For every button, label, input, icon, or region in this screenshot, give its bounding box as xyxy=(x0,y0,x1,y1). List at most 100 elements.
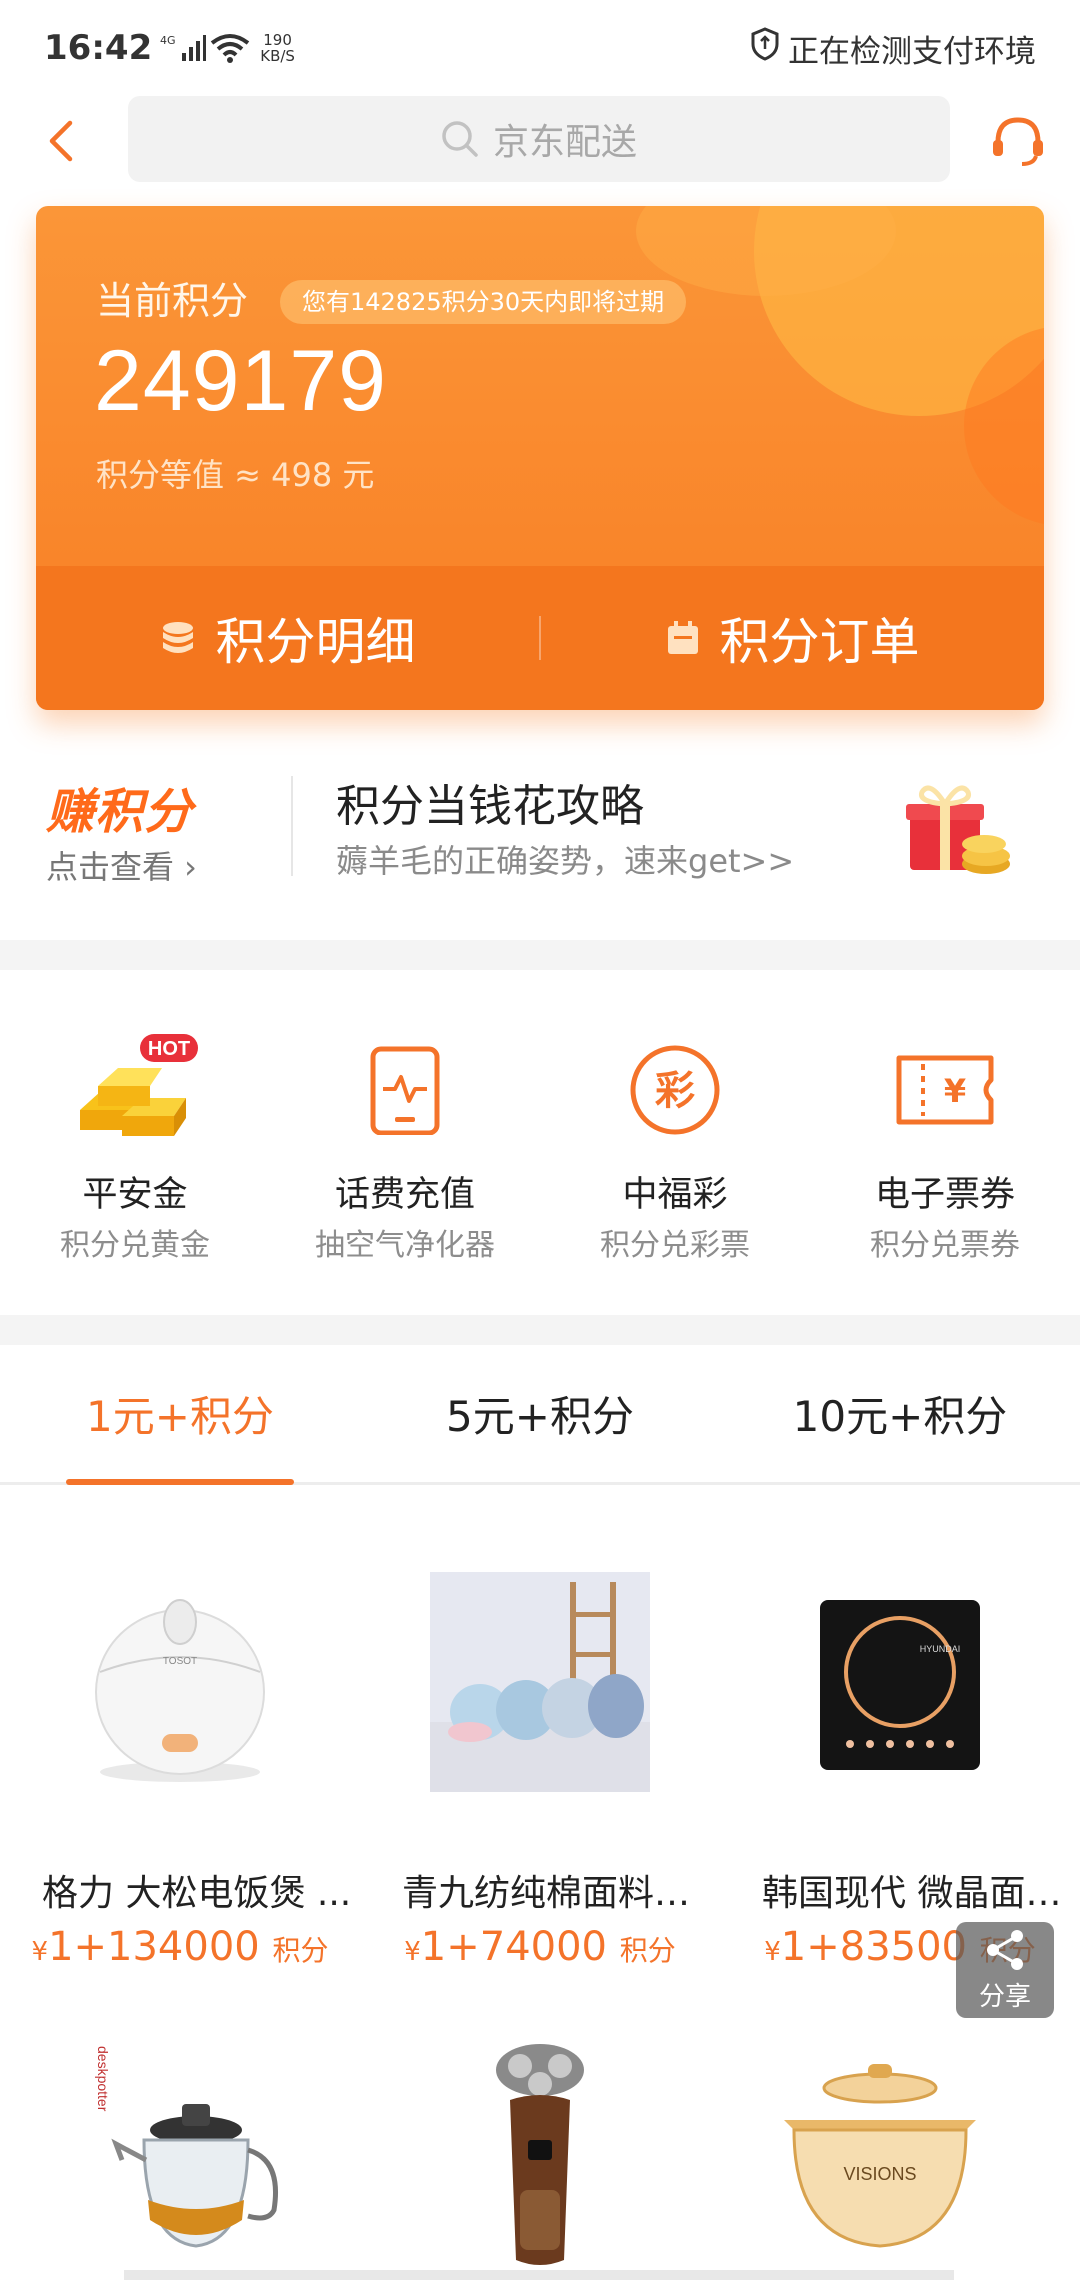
blankets-image xyxy=(430,1572,650,1792)
divider xyxy=(291,776,293,876)
product-card[interactable] xyxy=(360,2040,720,2280)
price-unit: 积分 xyxy=(272,1934,329,1967)
service-desc: 积分兑彩票 xyxy=(600,1228,750,1263)
price-value: 1+134000 xyxy=(48,1924,260,1970)
calendar-icon xyxy=(667,621,698,654)
speed-value: 190 xyxy=(263,31,292,49)
svg-text:VISIONS: VISIONS xyxy=(843,2164,916,2184)
earn-headline: 积分当钱花攻略 xyxy=(336,781,644,832)
points-order-button[interactable]: 积分订单 xyxy=(541,602,1044,674)
price-currency: ¥ xyxy=(31,1937,49,1967)
points-value: 249179 xyxy=(94,333,387,429)
product-card[interactable]: TOSOT 格力 大松电饭煲 ... ¥1+134000 积分 xyxy=(0,1520,360,2010)
price-currency: ¥ xyxy=(404,1937,421,1967)
svg-text:HYUNDAI: HYUNDAI xyxy=(920,1644,961,1654)
points-detail-label: 积分明细 xyxy=(215,613,416,671)
wifi-icon xyxy=(210,33,250,63)
product-name: 青九纺纯棉面料春... xyxy=(402,1873,712,1914)
tab-5-yuan[interactable]: 5元+积分 xyxy=(360,1345,720,1482)
status-bar: 16:42 4G 190 KB/S 正在检测支付环境 xyxy=(0,0,1080,96)
svg-text:deskpotter: deskpotter xyxy=(95,2046,111,2112)
tab-1-yuan[interactable]: 1元+积分 xyxy=(0,1345,360,1485)
shaver-image xyxy=(496,2044,584,2265)
section-gap xyxy=(0,940,1080,970)
search-input[interactable]: 京东配送 xyxy=(128,96,950,182)
signal-icon: 4G xyxy=(160,33,207,63)
gift-icon xyxy=(906,785,1010,874)
points-equivalent: 积分等值 ≈ 498 元 xyxy=(96,456,375,494)
service-name: 电子票券 xyxy=(874,1175,1015,1215)
price-currency: ¥ xyxy=(764,1937,781,1967)
product-name: 韩国现代 微晶面板... xyxy=(762,1873,1072,1914)
shield-icon xyxy=(750,27,780,69)
svg-text:¥: ¥ xyxy=(944,1072,966,1110)
product-card[interactable]: VISIONS xyxy=(720,2040,1080,2280)
tab-10-yuan[interactable]: 10元+积分 xyxy=(720,1345,1080,1482)
search-placeholder: 京东配送 xyxy=(492,122,637,163)
rice-cooker-image: TOSOT xyxy=(95,1599,265,1782)
earn-points-title: 赚积分 xyxy=(46,784,194,840)
expire-notice-badge[interactable]: 您有142825积分30天内即将过期 xyxy=(280,280,687,324)
bottom-edge xyxy=(124,2270,954,2280)
service-gold[interactable]: HOT 平安金 积分兑黄金 xyxy=(0,970,270,1315)
tab-active-indicator xyxy=(66,1479,294,1485)
payment-check: 正在检测支付环境 xyxy=(750,26,1036,71)
glass-pot-image: VISIONS xyxy=(784,2064,976,2248)
svg-text:4G: 4G xyxy=(160,34,176,47)
earn-subline: 薅羊毛的正确姿势，速来get>> xyxy=(336,842,795,880)
speed-unit: KB/S xyxy=(260,47,295,65)
header: 京东配送 xyxy=(0,96,1080,186)
share-button[interactable]: 分享 xyxy=(956,1922,1054,2018)
service-name: 话费充值 xyxy=(334,1175,475,1215)
service-name: 平安金 xyxy=(82,1175,188,1215)
ticket-icon: ¥ xyxy=(880,1030,1010,1150)
points-card: 当前积分 您有142825积分30天内即将过期 249179 积分等值 ≈ 49… xyxy=(36,206,1044,710)
gold-bar-icon: HOT xyxy=(70,1030,200,1150)
points-detail-button[interactable]: 积分明细 xyxy=(36,602,539,674)
price-value: 1+74000 xyxy=(420,1924,608,1970)
network-speed: 190 KB/S xyxy=(260,32,295,64)
service-lottery[interactable]: 彩 中福彩 积分兑彩票 xyxy=(540,970,810,1315)
price-unit: 积分 xyxy=(619,1934,676,1967)
service-e-ticket[interactable]: ¥ 电子票券 积分兑票券 xyxy=(810,970,1080,1315)
search-icon xyxy=(442,121,478,157)
svg-text:TOSOT: TOSOT xyxy=(163,1656,197,1667)
points-card-actions: 积分明细 积分订单 xyxy=(36,566,1044,710)
back-button[interactable] xyxy=(36,110,86,172)
price-value: 1+83500 xyxy=(780,1924,968,1970)
svg-text:彩: 彩 xyxy=(655,1068,695,1114)
coins-icon xyxy=(162,622,193,653)
earn-points-banner[interactable]: 赚积分 点击查看 › 积分当钱花攻略 薅羊毛的正确姿势，速来get>> xyxy=(0,750,1080,940)
lottery-icon: 彩 xyxy=(610,1030,740,1150)
service-name: 中福彩 xyxy=(622,1175,728,1215)
section-gap xyxy=(0,1315,1080,1345)
payment-check-text: 正在检测支付环境 xyxy=(788,33,1036,70)
product-price: ¥1+74000 积分 xyxy=(360,1924,720,1970)
back-arrow-icon xyxy=(49,120,73,162)
points-label: 当前积分 xyxy=(96,279,249,323)
service-phone-recharge[interactable]: 话费充值 抽空气净化器 xyxy=(270,970,540,1315)
product-price: ¥1+134000 积分 xyxy=(0,1924,360,1970)
status-time: 16:42 xyxy=(44,28,153,68)
customer-service-icon xyxy=(993,117,1043,166)
teapot-image: deskpotter xyxy=(95,2046,278,2248)
customer-service-button[interactable] xyxy=(988,112,1048,170)
share-icon xyxy=(987,1929,1023,1970)
product-name: 格力 大松电饭煲 ... xyxy=(42,1873,352,1914)
induction-cooker-image: HYUNDAI xyxy=(820,1600,980,1770)
service-desc: 积分兑黄金 xyxy=(60,1228,210,1263)
tab-label: 1元+积分 xyxy=(86,1392,274,1441)
hot-badge: HOT xyxy=(148,1038,190,1060)
phone-recharge-icon xyxy=(340,1030,470,1150)
product-card[interactable]: 青九纺纯棉面料春... ¥1+74000 积分 xyxy=(360,1520,720,2010)
points-order-label: 积分订单 xyxy=(719,613,920,671)
product-card[interactable]: deskpotter xyxy=(0,2040,360,2280)
share-label: 分享 xyxy=(978,1981,1031,2012)
tab-label: 5元+积分 xyxy=(446,1392,634,1441)
service-desc: 积分兑票券 xyxy=(870,1228,1020,1263)
status-icons: 4G 190 KB/S xyxy=(160,32,295,64)
tab-label: 10元+积分 xyxy=(792,1392,1008,1441)
price-tabs: 1元+积分 5元+积分 10元+积分 xyxy=(0,1345,1080,1485)
service-desc: 抽空气净化器 xyxy=(315,1228,495,1263)
earn-points-link[interactable]: 点击查看 › xyxy=(46,842,197,888)
